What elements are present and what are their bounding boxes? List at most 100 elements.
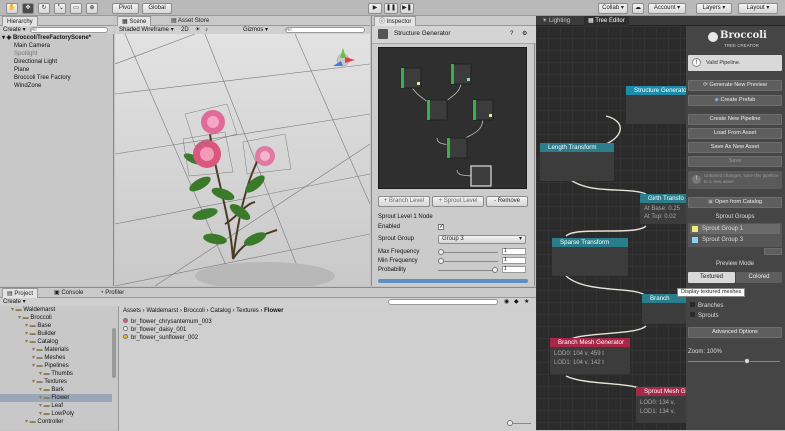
breadcrumb-item[interactable]: Textures xyxy=(236,308,259,314)
hierarchy-item[interactable]: Directional Light xyxy=(14,58,57,66)
global-toggle[interactable]: Global xyxy=(142,3,172,14)
breadcrumb-item[interactable]: Flower xyxy=(264,308,283,314)
max-frequency-field[interactable]: 1 xyxy=(502,248,526,255)
min-frequency-slider[interactable] xyxy=(438,258,498,264)
folder-item[interactable]: ▾ ▬ Materials xyxy=(0,346,112,354)
hierarchy-item[interactable]: Plane xyxy=(14,66,29,74)
component-help-icon[interactable]: ? xyxy=(510,30,513,38)
lighting-toggle-icon[interactable]: ☀ xyxy=(195,26,200,34)
tab-console[interactable]: ▣ Console xyxy=(50,288,87,298)
asset-item[interactable]: br_flower_sunflower_002 xyxy=(123,334,198,342)
asset-item[interactable]: br_flower_chrysantemum_003 xyxy=(123,318,212,326)
tab-profiler[interactable]: ◔ Profiler xyxy=(96,288,128,298)
generate-preview-button[interactable]: ⟳ Generate New Preview xyxy=(688,80,782,91)
folder-item[interactable]: ▾ ▬ Thumbs xyxy=(0,370,112,378)
tab-hierarchy[interactable]: Hierarchy xyxy=(2,16,38,26)
breadcrumb-item[interactable]: Catalog xyxy=(210,308,231,314)
sprout-group-dropdown[interactable]: Group 3 ▾ xyxy=(438,235,526,244)
scale-tool-button[interactable]: ⤡ xyxy=(54,3,66,14)
hierarchy-create-button[interactable]: Create ▾ xyxy=(3,26,26,34)
load-from-asset-button[interactable]: Load From Asset xyxy=(688,128,782,139)
sprout-group-item[interactable]: Sprout Group 3 xyxy=(690,235,780,245)
folder-item[interactable]: ▾ ▬ LowPoly xyxy=(0,410,112,418)
colored-button[interactable]: Colored xyxy=(736,272,782,283)
scene-viewport[interactable] xyxy=(115,34,370,286)
folder-item[interactable]: ▾ ▬ Waldemarst xyxy=(0,306,112,314)
pivot-toggle[interactable]: Pivot xyxy=(112,3,139,14)
hierarchy-item[interactable]: Spotlight xyxy=(14,50,37,58)
textured-button[interactable]: Textured xyxy=(688,272,735,283)
layout-dropdown[interactable]: Layout ▾ xyxy=(738,3,778,14)
tab-scene[interactable]: ▦ Scene xyxy=(117,16,152,26)
scene-root-row[interactable]: ▾ ◈ BroccoliTreeFactoryScene* xyxy=(2,34,112,42)
rect-tool-button[interactable]: ▭ xyxy=(70,3,82,14)
project-search-input[interactable] xyxy=(388,299,498,305)
node-canvas[interactable]: Structure Generator Length Transform Gir… xyxy=(536,26,686,430)
probability-slider[interactable] xyxy=(438,267,498,273)
tab-lighting[interactable]: ☀ Lighting xyxy=(538,16,574,26)
branches-toggle[interactable]: Branches xyxy=(690,302,723,310)
folder-item[interactable]: ▾ ▬ Base xyxy=(0,322,112,330)
folder-item[interactable]: ▾ ▬ Catalog xyxy=(0,338,112,346)
structure-graph[interactable] xyxy=(378,47,527,189)
folder-item[interactable]: ▾ ▬ Broccoli xyxy=(0,314,112,322)
hierarchy-item[interactable]: Main Camera xyxy=(14,42,50,50)
tab-inspector[interactable]: ⓘ Inspector xyxy=(374,16,417,26)
remove-button[interactable]: - Remove xyxy=(486,196,528,207)
zoom-slider[interactable] xyxy=(688,358,780,364)
shading-mode-dropdown[interactable]: Shaded Wireframe ▾ xyxy=(119,26,174,34)
component-settings-icon[interactable]: ⚙ xyxy=(522,30,527,38)
account-dropdown[interactable]: Account ▾ xyxy=(648,3,686,14)
breadcrumb-item[interactable]: Broccoli xyxy=(184,308,205,314)
add-branch-level-button[interactable]: + Branch Level xyxy=(378,196,430,207)
node-structure-generator[interactable]: Structure Generator xyxy=(626,86,686,124)
move-tool-button[interactable]: ✥ xyxy=(22,3,34,14)
node-branch-bender[interactable]: Branch xyxy=(642,294,686,324)
inspector-scrollbar[interactable] xyxy=(378,279,528,283)
create-prefab-button[interactable]: ◆ Create Prefab xyxy=(688,95,782,106)
advanced-options-button[interactable]: Advanced Options xyxy=(688,327,782,338)
filter-label-icon[interactable]: ◆ xyxy=(514,298,519,306)
zoom-slider-thumb[interactable] xyxy=(744,358,750,364)
save-button[interactable]: Save xyxy=(688,156,782,167)
hand-tool-button[interactable]: ✋ xyxy=(6,3,18,14)
breadcrumb-item[interactable]: Waldemarst xyxy=(146,308,178,314)
open-catalog-button[interactable]: ▣ Open from Catalog xyxy=(688,197,782,208)
folder-item[interactable]: ▾ ▬ Controller xyxy=(0,418,112,426)
folder-item[interactable]: ▾ ▬ Meshes xyxy=(0,354,112,362)
node-length-transform[interactable]: Length Transform xyxy=(540,143,614,181)
save-as-asset-button[interactable]: Save As New Asset xyxy=(688,142,782,153)
add-sprout-level-button[interactable]: + Sprout Level xyxy=(432,196,484,207)
breadcrumb-item[interactable]: Assets xyxy=(123,308,141,314)
step-button[interactable]: ▶❚ xyxy=(400,3,414,14)
folder-item[interactable]: ▾ ▬ Builder xyxy=(0,330,112,338)
node-girth-transform[interactable]: Girth Transfo At Base: 0.25 At Top: 0.02 xyxy=(640,194,686,224)
folder-item[interactable]: ▾ ▬ Leaf xyxy=(0,402,112,410)
hierarchy-item[interactable]: WindZone xyxy=(14,82,41,90)
play-button[interactable]: ▶ xyxy=(368,3,382,14)
enabled-checkbox[interactable]: ✓ xyxy=(438,224,444,230)
pause-button[interactable]: ❚❚ xyxy=(384,3,398,14)
probability-field[interactable]: 1 xyxy=(502,266,526,273)
folder-item[interactable]: ▾ ▬ Textures xyxy=(0,378,112,386)
folder-item[interactable]: ▾ ▬ Pipelines xyxy=(0,362,112,370)
project-create-button[interactable]: Create ▾ xyxy=(3,298,26,306)
rotate-tool-button[interactable]: ↻ xyxy=(38,3,50,14)
filter-type-icon[interactable]: ◉ xyxy=(504,298,509,306)
folder-item[interactable]: ▾ ▬ Flower xyxy=(0,394,112,402)
transform-tool-button[interactable]: ⊕ xyxy=(86,3,98,14)
audio-toggle-icon[interactable]: ♪ xyxy=(205,26,208,34)
cloud-button[interactable]: ☁ xyxy=(632,3,644,14)
create-pipeline-button[interactable]: Create New Pipeline xyxy=(688,114,782,125)
sprout-group-item[interactable]: Sprout Group 1 xyxy=(690,224,780,234)
max-frequency-slider[interactable] xyxy=(438,249,498,255)
tab-project[interactable]: ▤ Project xyxy=(2,288,39,298)
node-sparse-transform[interactable]: Sparse Transform xyxy=(552,238,628,276)
sprouts-toggle[interactable]: Sprouts xyxy=(690,312,719,320)
asset-item[interactable]: br_flower_daisy_001 xyxy=(123,326,186,334)
gizmos-dropdown[interactable]: Gizmos ▾ xyxy=(243,26,268,34)
hierarchy-item[interactable]: Broccoli Tree Factory xyxy=(14,74,71,82)
folder-tree-scrollbar[interactable] xyxy=(112,328,116,378)
mode-2d-toggle[interactable]: 2D xyxy=(181,26,189,34)
min-frequency-field[interactable]: 1 xyxy=(502,257,526,264)
